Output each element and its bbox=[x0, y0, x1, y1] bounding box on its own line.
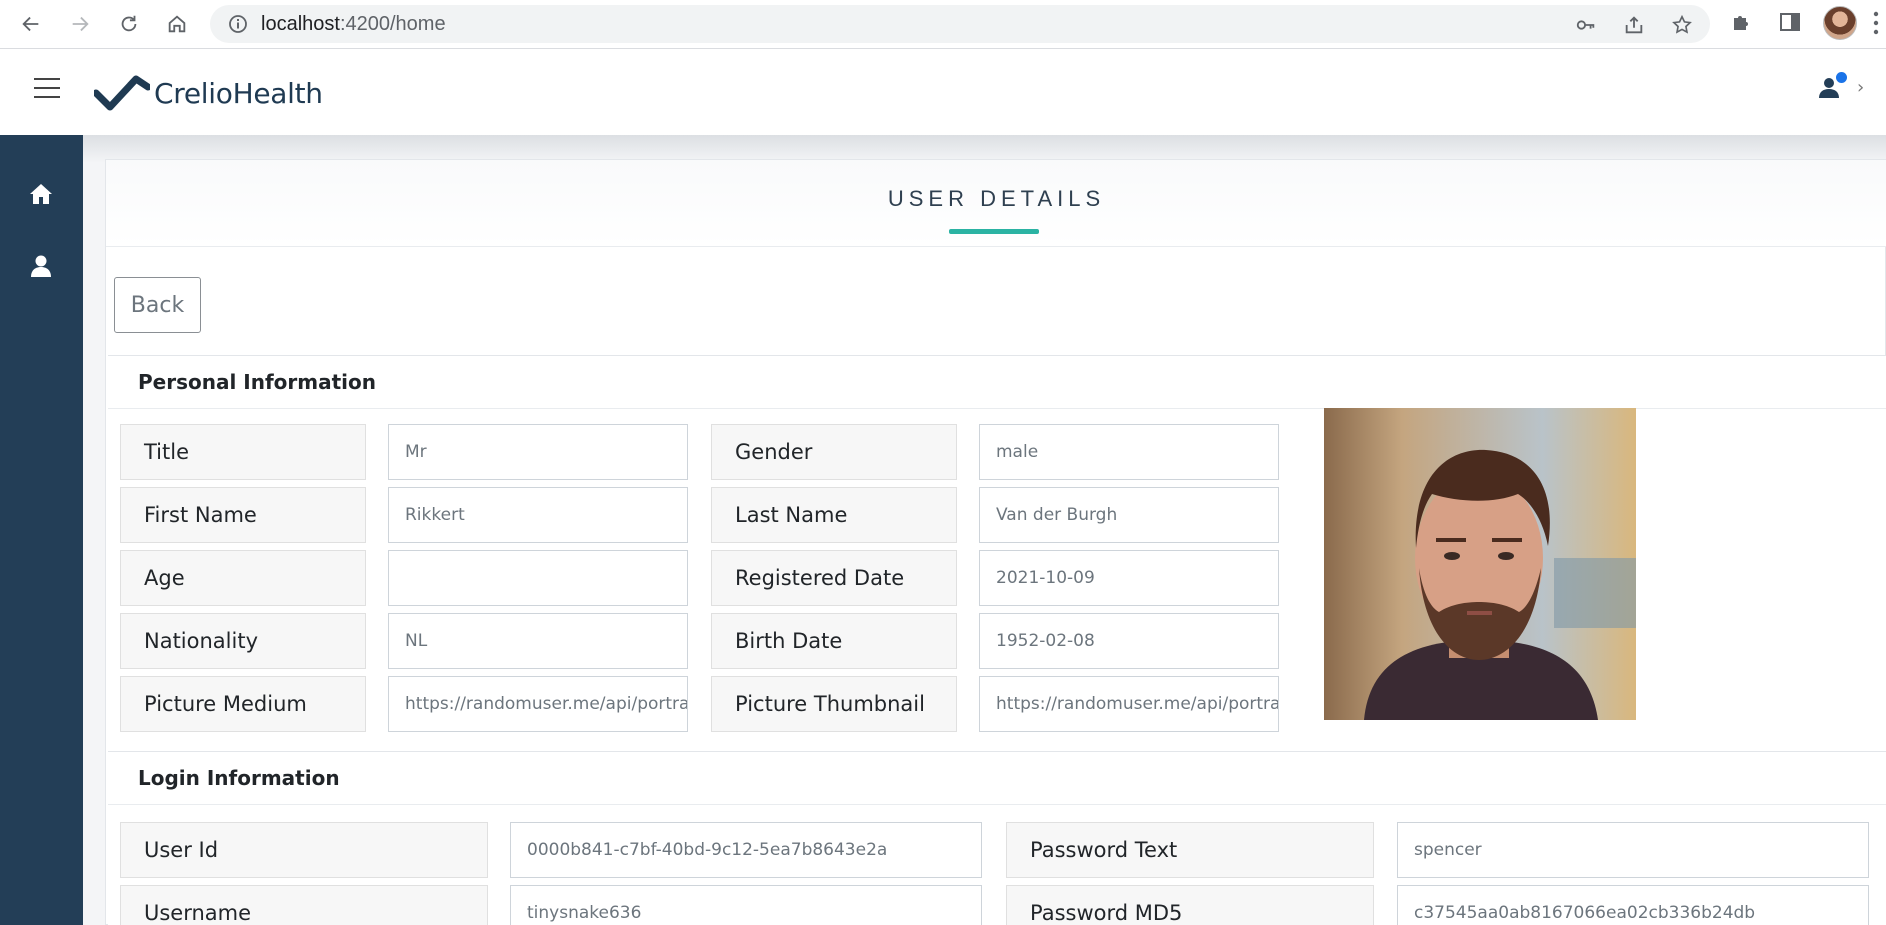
registered-date-field[interactable]: 2021-10-09 bbox=[979, 550, 1279, 606]
info-icon[interactable] bbox=[228, 14, 248, 34]
password-text-label: Password Text bbox=[1006, 822, 1374, 878]
gender-field[interactable]: male bbox=[979, 424, 1279, 480]
username-field[interactable]: tinysnake636 bbox=[510, 885, 982, 925]
sidebar-item-user[interactable] bbox=[26, 251, 56, 281]
password-text-field[interactable]: spencer bbox=[1397, 822, 1869, 878]
puzzle-icon[interactable] bbox=[1730, 10, 1754, 34]
picture-thumbnail-label: Picture Thumbnail bbox=[711, 676, 957, 732]
card-header: USER DETAILS bbox=[106, 160, 1886, 247]
first-name-field[interactable]: Rikkert bbox=[388, 487, 688, 543]
picture-thumbnail-field[interactable]: https://randomuser.me/api/portra bbox=[979, 676, 1279, 732]
back-button[interactable]: Back bbox=[114, 277, 201, 333]
side-panel-icon[interactable] bbox=[1778, 10, 1802, 34]
chevron-right-icon[interactable]: › bbox=[1857, 77, 1864, 98]
home-icon bbox=[30, 184, 52, 204]
forward-arrow-icon[interactable] bbox=[63, 7, 97, 41]
last-name-label: Last Name bbox=[711, 487, 957, 543]
logo[interactable]: CrelioHealth bbox=[94, 68, 323, 118]
sidebar bbox=[0, 135, 83, 925]
address-bar[interactable]: localhost:4200/home bbox=[210, 5, 1710, 43]
home-icon[interactable] bbox=[160, 7, 194, 41]
url-text[interactable]: localhost:4200/home bbox=[261, 13, 446, 36]
sidebar-item-home[interactable] bbox=[26, 179, 56, 209]
more-menu-icon[interactable] bbox=[1872, 10, 1880, 36]
user-photo bbox=[1324, 408, 1636, 720]
back-arrow-icon[interactable] bbox=[14, 7, 48, 41]
app-header: CrelioHealth › bbox=[0, 50, 1886, 135]
last-name-field[interactable]: Van der Burgh bbox=[979, 487, 1279, 543]
person-icon bbox=[31, 255, 51, 277]
login-information-section: Login Information User Id 0000b841-c7bf-… bbox=[108, 751, 1886, 925]
checkmark-logo-icon bbox=[94, 75, 150, 111]
title-label: Title bbox=[120, 424, 366, 480]
key-icon[interactable] bbox=[1575, 14, 1597, 36]
share-icon[interactable] bbox=[1623, 14, 1645, 36]
hamburger-menu-icon[interactable] bbox=[34, 78, 60, 100]
user-id-label: User Id bbox=[120, 822, 488, 878]
page-title: USER DETAILS bbox=[887, 186, 1106, 211]
nationality-label: Nationality bbox=[120, 613, 366, 669]
nationality-field[interactable]: NL bbox=[388, 613, 688, 669]
personal-information-section: Personal Information Title Mr Gender mal… bbox=[108, 355, 1886, 751]
picture-medium-field[interactable]: https://randomuser.me/api/portra bbox=[388, 676, 688, 732]
picture-medium-label: Picture Medium bbox=[120, 676, 366, 732]
user-id-field[interactable]: 0000b841-c7bf-40bd-9c12-5ea7b8643e2a bbox=[510, 822, 982, 878]
password-md5-field[interactable]: c37545aa0ab8167066ea02cb336b24db bbox=[1397, 885, 1869, 925]
password-md5-label: Password MD5 bbox=[1006, 885, 1374, 925]
user-details-card: USER DETAILS Back Personal Information T… bbox=[105, 159, 1886, 925]
notification-dot bbox=[1836, 72, 1847, 83]
section-heading: Login Information bbox=[108, 752, 1886, 805]
first-name-label: First Name bbox=[120, 487, 366, 543]
profile-avatar[interactable] bbox=[1823, 6, 1857, 40]
star-icon[interactable] bbox=[1671, 14, 1693, 36]
logo-text: CrelioHealth bbox=[154, 76, 323, 110]
birth-date-label: Birth Date bbox=[711, 613, 957, 669]
title-underline bbox=[949, 229, 1039, 234]
age-field[interactable] bbox=[388, 550, 688, 606]
username-label: Username bbox=[120, 885, 488, 925]
gender-label: Gender bbox=[711, 424, 957, 480]
age-label: Age bbox=[120, 550, 366, 606]
main-content: USER DETAILS Back Personal Information T… bbox=[83, 135, 1886, 925]
browser-toolbar: localhost:4200/home bbox=[0, 0, 1886, 49]
reload-icon[interactable] bbox=[112, 7, 146, 41]
title-field[interactable]: Mr bbox=[388, 424, 688, 480]
registered-date-label: Registered Date bbox=[711, 550, 957, 606]
section-heading: Personal Information bbox=[108, 356, 1886, 409]
birth-date-field[interactable]: 1952-02-08 bbox=[979, 613, 1279, 669]
